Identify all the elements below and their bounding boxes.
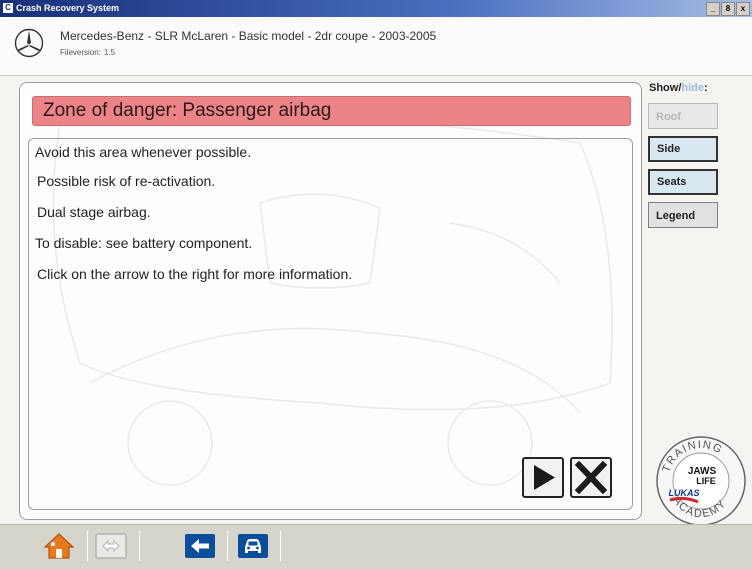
back-arrow-icon[interactable] [183,531,217,561]
info-line: Avoid this area whenever possible. [35,144,252,160]
training-academy-badge: TRAINING ACADEMY JAWS LIFE LUKAS [656,436,746,526]
close-info-button[interactable] [570,457,612,498]
toolbar-separator [139,531,140,561]
bottom-toolbar [0,524,752,569]
toolbar-separator [87,531,88,561]
maximize-button[interactable]: 8 [721,2,735,16]
window-titlebar: C Crash Recovery System _ 8 x [0,0,752,17]
window-controls: _ 8 x [706,2,750,16]
toolbar-separator [280,531,281,561]
badge-brand-3: LUKAS [669,488,700,498]
danger-zone-title: Zone of danger: Passenger airbag [43,100,332,121]
hide-text: hide [681,82,705,94]
file-version-label: Fileversion: [60,48,101,57]
side-toggle-button[interactable]: Side [648,136,718,162]
app-icon: C [3,3,13,13]
info-line: Dual stage airbag. [37,204,151,220]
close-icon [574,460,608,495]
show-text: Show [649,82,679,94]
swap-icon [95,533,127,559]
info-line: Click on the arrow to the right for more… [37,266,353,282]
window-title: Crash Recovery System [16,3,120,13]
info-line: Possible risk of re-activation. [37,173,216,189]
info-line: To disable: see battery component. [35,235,253,251]
colon-text: : [704,82,708,94]
window-close-button[interactable]: x [736,2,750,16]
next-info-button[interactable] [522,457,564,498]
legend-toggle-button[interactable]: Legend [648,202,718,228]
toolbar-separator [227,531,228,561]
show-hide-label: Show/hide: [649,82,708,94]
file-version-value: 1.5 [103,48,116,57]
seats-toggle-button[interactable]: Seats [648,169,718,195]
car-icon[interactable] [236,531,270,561]
home-icon[interactable] [42,531,76,561]
main-panel: Zone of danger: Passenger airbag Avoid t… [19,82,642,520]
mercedes-star-icon [14,28,44,58]
vehicle-header: Mercedes-Benz - SLR McLaren - Basic mode… [0,17,752,76]
file-version: Fileversion: 1.5 [60,48,115,57]
minimize-button[interactable]: _ [706,2,720,16]
danger-zone-banner: Zone of danger: Passenger airbag [32,96,631,126]
vehicle-name: Mercedes-Benz - SLR McLaren - Basic mode… [60,29,437,43]
play-arrow-icon [534,465,555,490]
info-text-box: Avoid this area whenever possible. Possi… [28,138,633,510]
roof-toggle-button[interactable]: Roof [648,103,718,129]
badge-brand-2: LIFE [696,476,716,486]
